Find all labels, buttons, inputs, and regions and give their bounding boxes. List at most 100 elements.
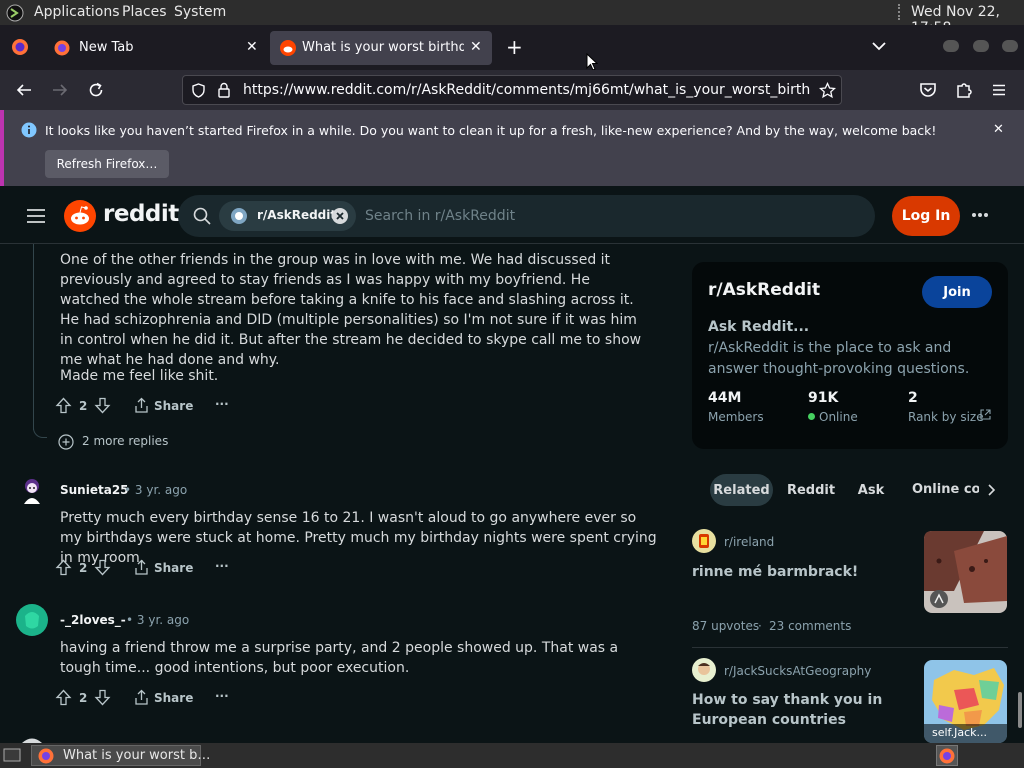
refresh-firefox-button[interactable]: Refresh Firefox… — [45, 150, 169, 178]
related-post-title[interactable]: How to say thank you in European countri… — [692, 690, 912, 730]
more-actions-icon[interactable]: ··· — [215, 559, 229, 573]
related-post-thumbnail[interactable]: self.Jack... — [924, 660, 1007, 743]
chevron-right-icon[interactable] — [986, 484, 996, 496]
expand-replies-icon[interactable] — [58, 434, 74, 450]
join-button[interactable]: Join — [922, 276, 992, 308]
pocket-icon[interactable] — [919, 81, 937, 99]
share-icon[interactable] — [133, 689, 150, 706]
lock-icon[interactable] — [217, 82, 231, 98]
tab-active-reddit[interactable]: What is your worst birthday ✕ — [270, 31, 492, 65]
upvote-icon[interactable] — [55, 559, 72, 576]
community-filter-chip[interactable]: r/AskReddit — [219, 201, 356, 231]
share-icon[interactable] — [133, 397, 150, 414]
vote-count: 2 — [79, 561, 88, 575]
close-tab-icon[interactable]: ✕ — [246, 39, 258, 55]
shield-icon[interactable] — [191, 83, 206, 98]
notification-message: It looks like you haven’t started Firefo… — [45, 123, 937, 138]
back-arrow-icon[interactable] — [16, 82, 32, 98]
share-button[interactable]: Share — [154, 691, 193, 705]
refresh-firefox-notification: It looks like you haven’t started Firefo… — [0, 110, 1024, 186]
downvote-icon[interactable] — [94, 559, 111, 576]
system-logo-icon[interactable] — [6, 4, 24, 22]
upvote-icon[interactable] — [55, 689, 72, 706]
related-post-community[interactable]: r/JackSucksAtGeography — [724, 664, 871, 678]
stat-online-value: 91K — [808, 390, 839, 406]
avatar[interactable] — [16, 474, 48, 506]
url-bar[interactable]: https://www.reddit.com/r/AskReddit/comme… — [182, 75, 842, 105]
workspace-switcher[interactable] — [936, 745, 958, 766]
bookmark-star-icon[interactable] — [819, 82, 836, 99]
taskbar-window-label: What is your worst b… — [63, 748, 211, 763]
stat-members-value: 44M — [708, 390, 742, 406]
chip-related[interactable]: Related — [710, 474, 773, 506]
window-maximize-icon[interactable] — [973, 40, 989, 52]
more-replies-link[interactable]: 2 more replies — [82, 434, 168, 448]
more-actions-icon[interactable]: ··· — [215, 397, 229, 411]
firefox-view-icon[interactable] — [11, 38, 29, 56]
window-minimize-icon[interactable] — [943, 40, 959, 52]
related-post-comments[interactable]: 23 comments — [769, 619, 851, 633]
downvote-icon[interactable] — [94, 689, 111, 706]
forward-arrow-icon[interactable] — [52, 82, 68, 98]
firefox-icon — [939, 748, 955, 764]
taskbar-window-button[interactable]: What is your worst b… — [31, 745, 210, 766]
list-all-tabs-chevron-icon[interactable] — [872, 41, 886, 51]
chip-reddit[interactable]: Reddit — [783, 474, 839, 506]
community-avatar[interactable] — [692, 658, 716, 682]
related-post-thumbnail[interactable] — [924, 531, 1007, 613]
divider — [692, 647, 1008, 648]
more-actions-icon[interactable]: ··· — [215, 689, 229, 703]
tab-new-tab[interactable]: New Tab ✕ — [44, 31, 268, 65]
avatar[interactable] — [20, 734, 44, 743]
thumbnail-caption: self.Jack... — [932, 726, 988, 739]
new-tab-plus-icon[interactable]: + — [506, 35, 523, 59]
avatar[interactable] — [16, 604, 48, 636]
related-post-title[interactable]: rinne mé barmbrack! — [692, 564, 858, 580]
share-icon[interactable] — [133, 559, 150, 576]
menu-applications[interactable]: Applications — [34, 4, 120, 20]
thread-line — [33, 244, 34, 430]
search-icon — [193, 207, 211, 225]
comment-body: Made me feel like shit. — [60, 368, 219, 384]
stat-rank-label[interactable]: Rank by size — [908, 410, 984, 424]
online-dot-icon — [808, 413, 815, 420]
remove-filter-icon[interactable] — [332, 208, 348, 224]
share-button[interactable]: Share — [154, 399, 193, 413]
external-link-icon[interactable] — [980, 409, 991, 420]
extensions-puzzle-icon[interactable] — [955, 81, 973, 99]
upvote-icon[interactable] — [55, 397, 72, 414]
chip-ask[interactable]: Ask — [850, 474, 892, 506]
window-close-icon[interactable] — [1002, 40, 1018, 52]
firefox-icon — [54, 40, 70, 56]
comment-body: One of the other friends in the group wa… — [60, 252, 642, 368]
community-avatar[interactable] — [692, 529, 716, 553]
system-taskbar: What is your worst b… — [0, 743, 1024, 768]
more-options-icon[interactable] — [971, 212, 989, 218]
tab-label: New Tab — [79, 40, 134, 55]
hamburger-menu-icon[interactable] — [991, 82, 1007, 98]
chip-online-community[interactable]: Online com — [903, 474, 979, 506]
related-post-community[interactable]: r/ireland — [724, 535, 774, 549]
reload-icon[interactable] — [88, 82, 104, 98]
share-button[interactable]: Share — [154, 561, 193, 575]
comment-username[interactable]: Sunieta25 — [60, 483, 129, 497]
vote-count: 2 — [79, 399, 88, 413]
related-post-upvotes: 87 upvotes — [692, 619, 760, 633]
show-desktop-icon[interactable] — [3, 748, 21, 763]
close-notification-icon[interactable]: ✕ — [993, 122, 1004, 137]
menu-hamburger-icon[interactable] — [26, 208, 46, 224]
comment-timestamp: • 3 yr. ago — [126, 613, 190, 627]
search-placeholder[interactable]: Search in r/AskReddit — [365, 208, 515, 224]
menu-places[interactable]: Places — [122, 4, 167, 20]
close-tab-icon[interactable]: ✕ — [470, 39, 482, 55]
url-text[interactable]: https://www.reddit.com/r/AskReddit/comme… — [243, 82, 811, 98]
downvote-icon[interactable] — [94, 397, 111, 414]
comment-username[interactable]: -_2loves_- — [60, 613, 126, 627]
reddit-logo-text[interactable]: reddit — [103, 201, 179, 227]
menu-system[interactable]: System — [174, 4, 226, 20]
reddit-logo-icon[interactable] — [64, 200, 96, 232]
login-button[interactable]: Log In — [892, 196, 960, 236]
page-scrollbar-thumb[interactable] — [1018, 692, 1022, 728]
info-icon — [21, 122, 37, 138]
community-name[interactable]: r/AskReddit — [708, 280, 820, 300]
